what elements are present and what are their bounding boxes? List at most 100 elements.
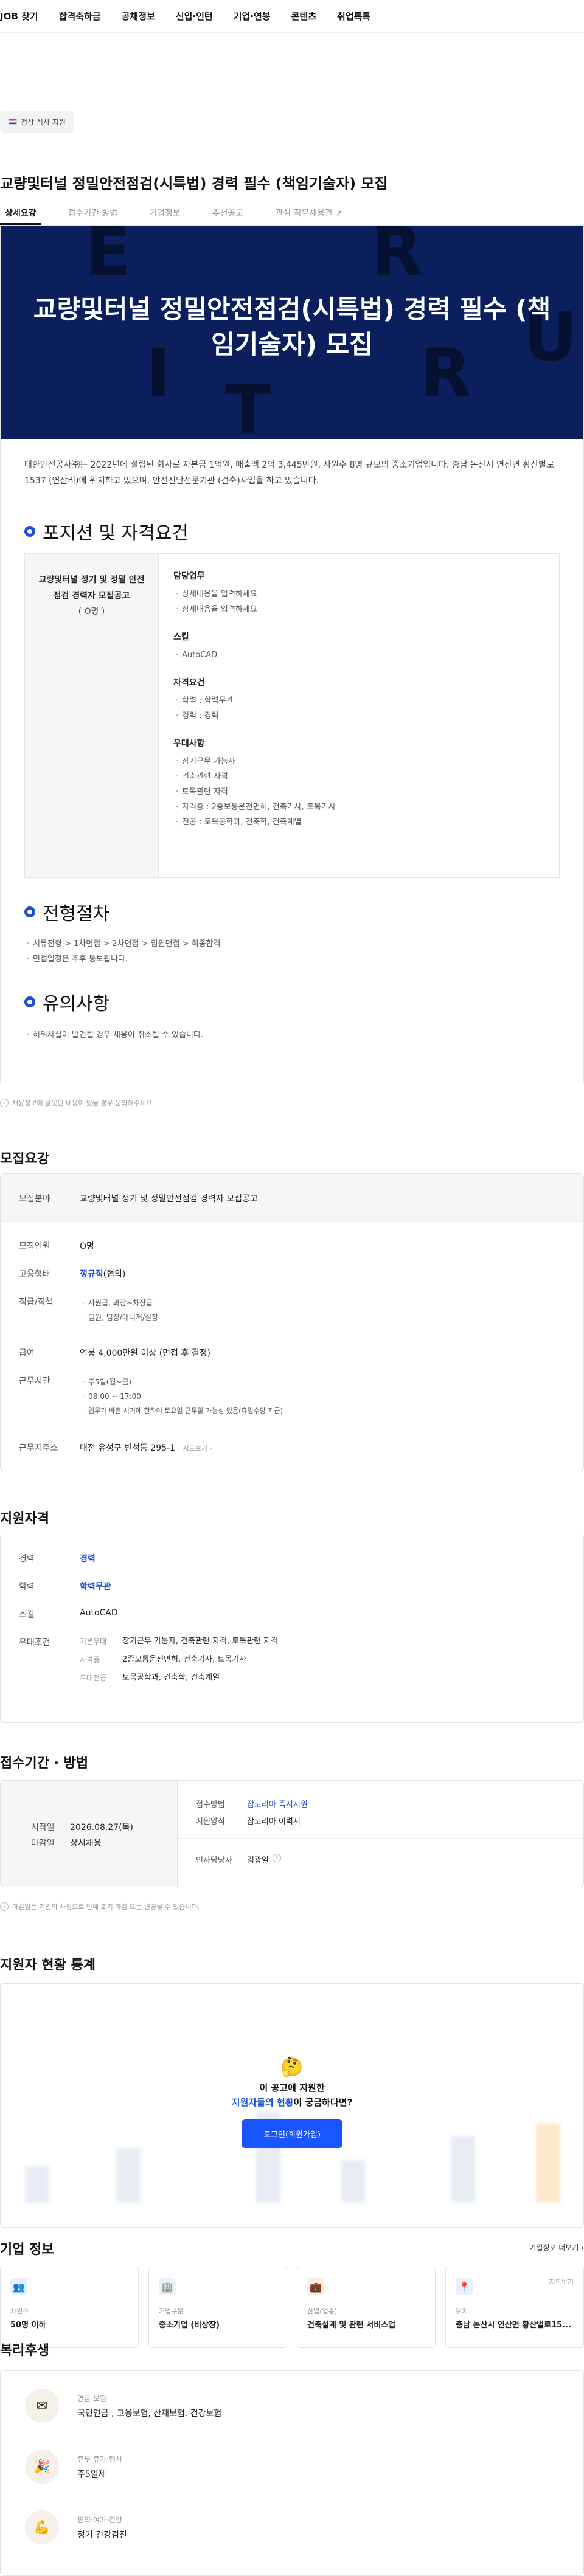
map-link[interactable]: 지도보기 › (183, 1445, 212, 1452)
position-table: 교량및터널 정기 및 정밀 안전점검 경력자 모집공고 ( O명 ) 담당업무 … (24, 553, 560, 878)
recruit-rank: 직급/직책사원급, 과장~차장급팀원, 팀장/매니저/실장 (19, 1296, 158, 1325)
hero-bg-letter: E (85, 225, 131, 291)
stats-login-overlay: 🤔 이 공고에 지원한 지원자들의 현황이 궁금하다면? 로그인(회원가입) (1, 2057, 583, 2148)
apply-end: 마감일 상시채용 (31, 1839, 102, 1848)
company-card-location: 📍 지도보기 위치 충남 논산시 연산면 황산벌로15... (445, 2267, 584, 2348)
tab-interest-job[interactable]: 관심 직무채용관 ↗ (275, 207, 342, 219)
tab-apply-period[interactable]: 접수기간·방법 (68, 207, 118, 219)
company-card-type: 🏢 기업구분 중소기업 (비상장) (148, 2267, 287, 2348)
recruit-hours: 근무시간주5일(월~금)08:00 ~ 17:00업무가 바쁜 시기에 한하여 … (19, 1375, 283, 1418)
page-title: 교량및터널 정밀안전점검(시특법) 경력 필수 (책임기술자) 모집 (0, 175, 388, 192)
recruit-address: 근무지주소 대전 유성구 반석동 295-1 지도보기 › (19, 1443, 212, 1453)
section-caution-heading: 유의사항 (24, 989, 109, 1015)
stats-block: 🤔 이 공고에 지원한 지원자들의 현황이 궁금하다면? 로그인(회원가입) (0, 1983, 584, 2228)
party-popper-icon: 🎉 (25, 2450, 59, 2484)
qualify-preference: 우대조건 기본우대 장기근무 가능자, 건축관련 자격, 토목관련 자격 자격증 2… (19, 1632, 278, 1687)
divider (178, 1838, 583, 1839)
recruit-heading: 모집요강 (0, 1152, 49, 1167)
report-notice: i 채용정보에 잘못된 내용이 있을 경우 문의해주세요. (0, 1098, 155, 1108)
apply-method: 접수방법 잡코리아 즉시지원 (196, 1800, 308, 1809)
external-link-icon: ↗ (335, 209, 343, 218)
welfare-heading: 복리후생 (0, 2343, 49, 2358)
nav-intern[interactable]: 신입·인턴 (176, 10, 213, 22)
company-intro: 대한안전공사㈜는 2022년에 설립된 회사로 자본금 1억원, 매출액 2억 … (24, 460, 554, 486)
info-icon: i (0, 1902, 9, 1911)
location-map-link[interactable]: 지도보기 (549, 2277, 574, 2287)
qualify-career: 경력 경력 (19, 1554, 96, 1564)
welfare-item: 🎉 휴무·휴가·행사 주5일제 (25, 2450, 122, 2484)
building-icon: 🏢 (159, 2278, 176, 2295)
apply-block: 시작일 2026.08.27(목) 마감일 상시채용 접수방법 잡코리아 즉시지원 지… (0, 1780, 584, 1887)
recruit-count: 모집인원 O명 (19, 1241, 94, 1251)
blurred-bar (116, 2148, 141, 2203)
section-position-heading: 포지션 및 자격요건 (24, 518, 189, 545)
recruit-employ-type: 고용형태 정규직(협의) (19, 1269, 126, 1279)
apply-method-panel: 접수방법 잡코리아 즉시지원 지원양식 잡코리아 이력서 인사담당자 김광일 i (177, 1781, 583, 1887)
apply-form: 지원양식 잡코리아 이력서 (196, 1817, 301, 1826)
scrap-label: 정상 식사 지원 (21, 117, 66, 126)
welfare-block: ✉ 연금·보험 국민연금 , 고용보험, 산재보험, 건강보험 🎉 휴무·휴가·행… (0, 2370, 584, 2576)
info-icon[interactable]: i (272, 1854, 281, 1862)
muscle-icon: 💪 (25, 2510, 59, 2544)
apply-heading: 접수기간 · 방법 (0, 1756, 89, 1771)
tab-recommend[interactable]: 추천공고 (212, 207, 244, 219)
welfare-item: 💪 편의·여가·건강 정기 건강검진 (25, 2510, 127, 2544)
hero-bg-letter: T (225, 371, 271, 439)
hero-title: 교량및터널 정밀안전점검(시특법) 경력 필수 (책임기술자) 모집 (33, 294, 551, 359)
briefcase-icon: 💼 (307, 2278, 324, 2295)
apply-start: 시작일 2026.08.27(목) (31, 1823, 133, 1832)
recruit-field: 모집분야 교량및터널 정기 및 정밀안전점검 경력자 모집공고 (19, 1194, 258, 1204)
qualify-education: 학력 학력무관 (19, 1582, 111, 1592)
qualify-block: 경력 경력 학력 학력무관 스킬 AutoCAD 우대조건 기본우대 장기근무 가능자,… (0, 1535, 584, 1723)
apply-note: i 마감일은 기업의 사정으로 인해 조기 마감 또는 변경될 수 있습니다. (0, 1902, 200, 1911)
info-icon: i (0, 1099, 9, 1107)
nav-company-salary[interactable]: 기업·연봉 (234, 10, 271, 22)
process-text: 서류전형 > 1차면접 > 2차면접 > 임원면접 > 최종합격 면접일정은 추… (24, 936, 220, 967)
caution-text: 허위사실이 발견될 경우 채용이 취소될 수 있습니다. (24, 1027, 203, 1043)
preference-group: 우대사항 장기근무 가능자 건축관련 자격 토목관련 자격 자격증 : 2종보통… (173, 737, 544, 830)
nav-talk[interactable]: 취업톡톡 (337, 10, 370, 22)
nav-bonus[interactable]: 합격축하금 (59, 10, 101, 22)
recruit-pay: 급여 연봉 4,000만원 이상 (면접 후 결정) (19, 1348, 210, 1358)
qualify-skill: 스킬 AutoCAD (19, 1608, 118, 1620)
hero-bg-letter: R (371, 225, 423, 291)
pref-basic: 기본우대 장기근무 가능자, 건축관련 자격, 토목관련 자격 (80, 1637, 279, 1646)
map-pin-icon: 📍 (456, 2278, 473, 2295)
apply-manager: 인사담당자 김광일 i (196, 1854, 281, 1865)
ring-bullet-icon (24, 996, 35, 1007)
duty-group: 담당업무 상세내용을 입력하세요 상세내용을 입력하세요 (173, 570, 544, 617)
tab-detail[interactable]: 상세요강 (0, 207, 41, 225)
company-card-employees: 👥 사원수 50명 이하 (0, 2267, 139, 2348)
position-detail-cell: 담당업무 상세내용을 입력하세요 상세내용을 입력하세요 스킬 AutoCAD … (159, 554, 559, 877)
thinking-face-icon: 🤔 (280, 2057, 304, 2078)
pref-license: 자격증 2종보통운전면허, 건축기사, 토목기사 (80, 1655, 247, 1664)
company-heading: 기업 정보 (0, 2242, 54, 2257)
qualify-heading: 지원자격 (0, 1511, 49, 1527)
skill-group: 스킬 AutoCAD (173, 630, 544, 663)
company-card-industry: 💼 산업(업종) 건축설계 및 관련 서비스업 (297, 2267, 436, 2348)
company-cards: 👥 사원수 50명 이하 🏢 기업구분 중소기업 (비상장) 💼 산업(업종) … (0, 2267, 584, 2348)
section-process-heading: 전형절차 (24, 899, 109, 925)
nav-contents[interactable]: 콘텐츠 (291, 10, 316, 22)
ring-bullet-icon (24, 526, 35, 537)
blurred-bar (341, 2160, 366, 2203)
nav-job-search[interactable]: JOB 찾기 (0, 10, 38, 22)
login-button[interactable]: 로그인(회원가입) (242, 2119, 342, 2148)
people-icon: 👥 (10, 2278, 27, 2295)
ring-bullet-icon (24, 906, 35, 917)
company-more-link[interactable]: 기업정보 더보기 › (529, 2242, 584, 2253)
recruit-block: 모집분야 교량및터널 정기 및 정밀안전점검 경력자 모집공고 모집인원 O명 고용… (0, 1173, 584, 1471)
requirement-group: 자격요건 학력 : 학력무관 경력 : 경력 (173, 676, 544, 723)
apply-date-panel: 시작일 2026.08.27(목) 마감일 상시채용 (1, 1781, 177, 1887)
stats-heading: 지원자 현황 통계 (0, 1958, 96, 1973)
hero-banner: E R I T R U 교량및터널 정밀안전점검(시특법) 경력 필수 (책임기… (0, 225, 584, 439)
flag-icon (9, 119, 17, 125)
envelope-icon: ✉ (25, 2389, 59, 2423)
top-nav: JOB 찾기 합격축하금 공채정보 신입·인턴 기업·연봉 콘텐츠 취업톡톡 (0, 0, 584, 33)
blurred-bar (25, 2166, 49, 2203)
welfare-item: ✉ 연금·보험 국민연금 , 고용보험, 산재보험, 건강보험 (25, 2389, 221, 2423)
scrap-button[interactable]: 정상 식사 지원 (0, 111, 74, 133)
detail-tabs: 상세요강 접수기간·방법 기업정보 추천공고 관심 직무채용관 ↗ (0, 201, 584, 225)
tab-company-info[interactable]: 기업정보 (149, 207, 181, 219)
nav-public-recruit[interactable]: 공채정보 (122, 10, 155, 22)
